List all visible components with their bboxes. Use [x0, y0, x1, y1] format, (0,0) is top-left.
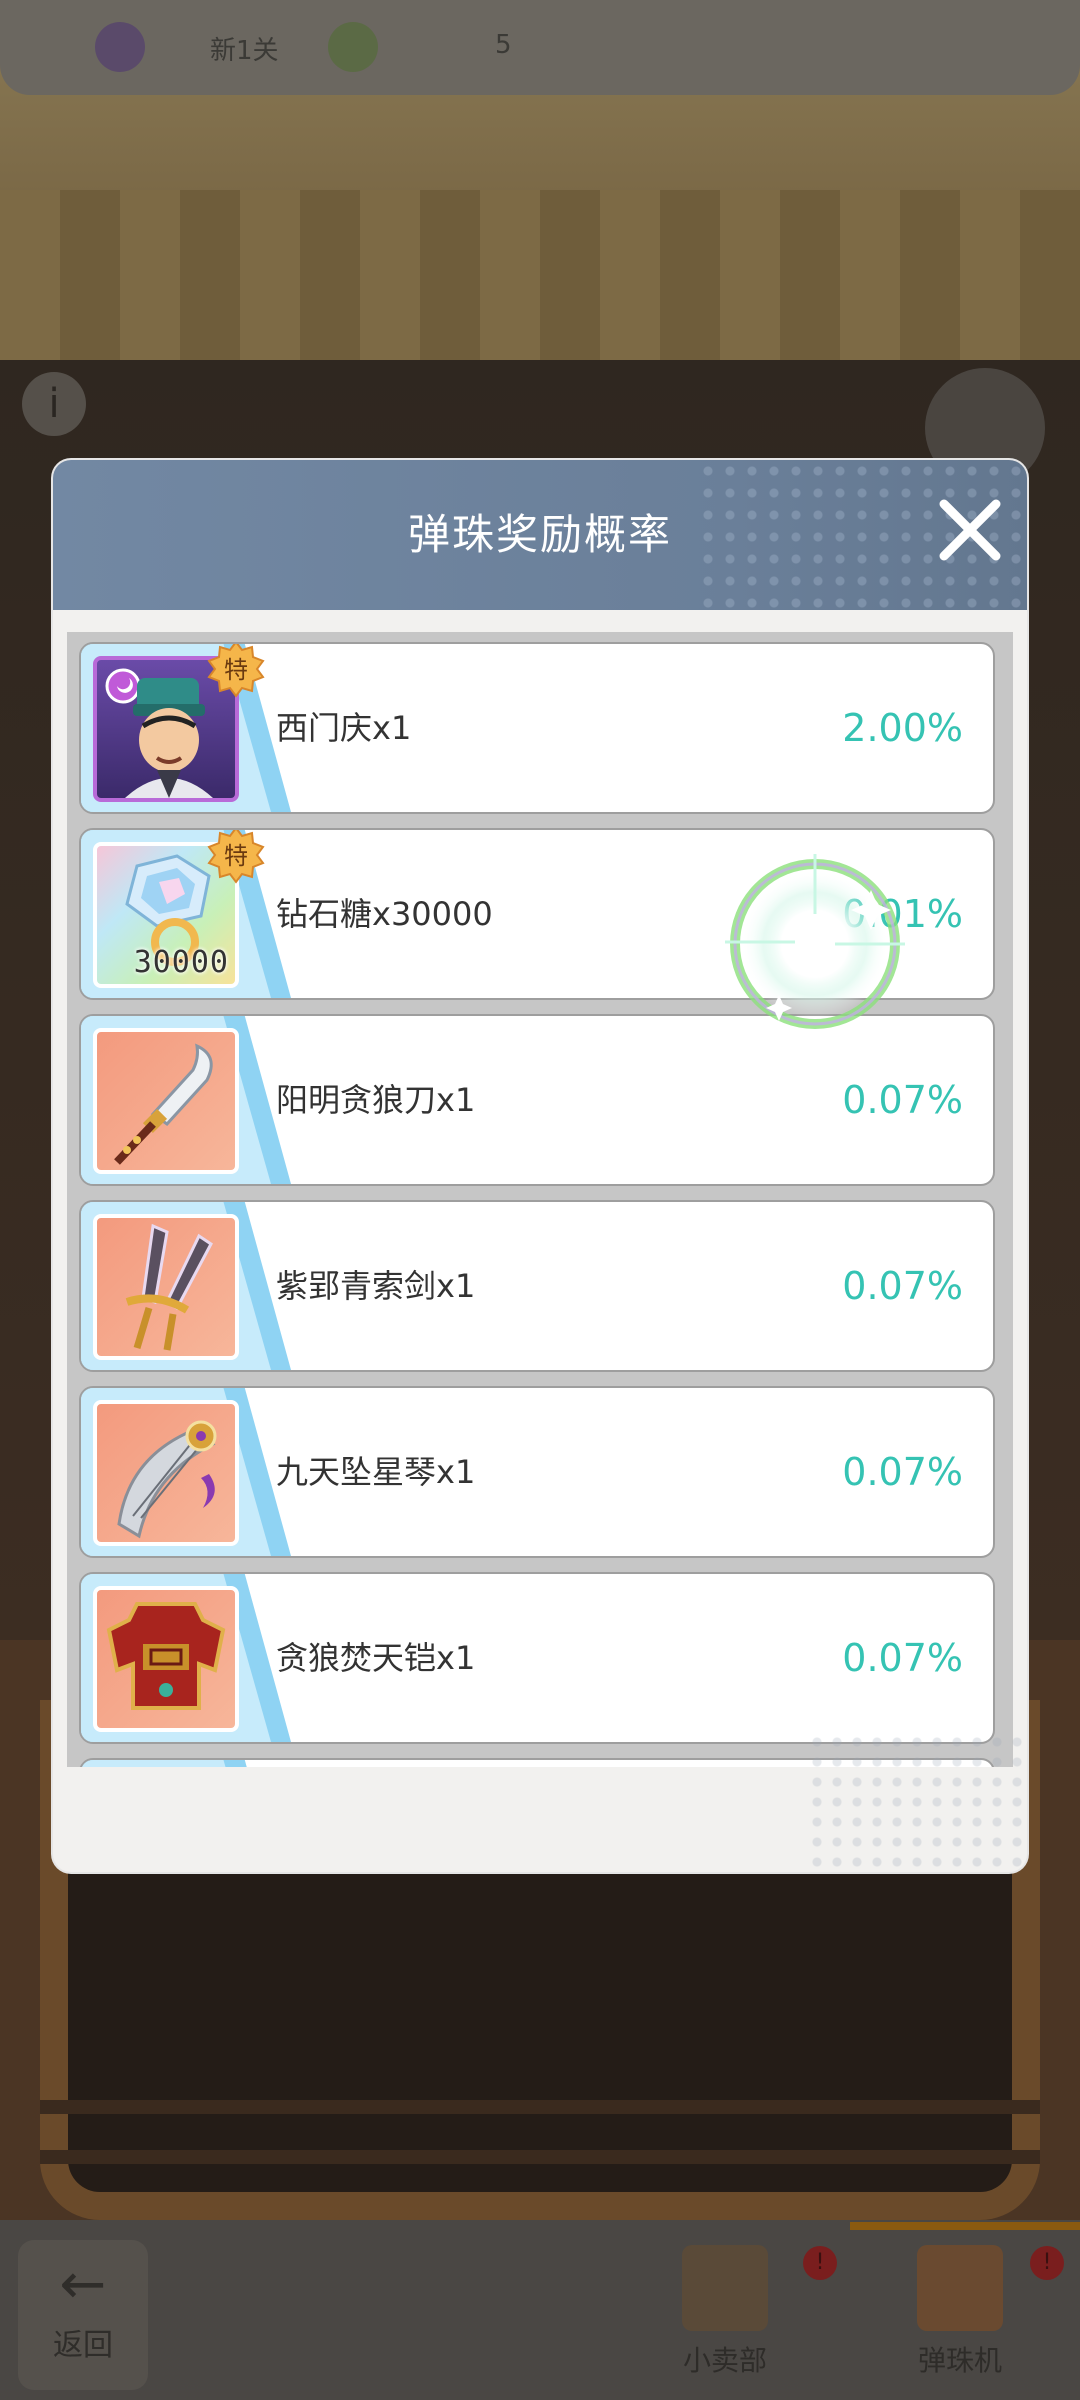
reward-probability-dialog: 弹珠奖励概率 特 西门庆x1 2.00% 30000 特 钻石糖x30000 0… [53, 460, 1027, 1872]
reward-name: 紫郢青索剑x1 [276, 1267, 476, 1305]
dialog-title: 弹珠奖励概率 [407, 510, 672, 559]
reward-row: 九天坠星琴x1 0.07% [79, 1386, 995, 1558]
reward-name: 贪狼焚天铠x1 [276, 1639, 476, 1677]
currency-text: 5 [495, 30, 512, 60]
special-label: 特 [224, 656, 248, 684]
zither-icon [93, 1400, 239, 1546]
background-awning [0, 190, 1080, 360]
reward-row: 贪狼焚天铠x1 0.07% [79, 1572, 995, 1744]
notification-badge: ! [803, 2246, 837, 2280]
pinball-icon [917, 2245, 1003, 2331]
reward-probability: 0.07% [842, 1450, 963, 1494]
back-label: 返回 [53, 2328, 113, 2363]
reward-name: 钻石糖x30000 [276, 895, 493, 933]
machine-plank [40, 2100, 1040, 2114]
level-text: 新1关 [210, 36, 279, 66]
nav-highlight [850, 2222, 1080, 2230]
twin-swords-icon [93, 1214, 239, 1360]
reward-probability: 0.07% [842, 1636, 963, 1680]
reward-probability: 0.07% [842, 1078, 963, 1122]
reward-probability: 0.01% [842, 892, 963, 936]
dialog-header: 弹珠奖励概率 [53, 460, 1027, 610]
special-badge-icon: 特 [207, 644, 265, 698]
nav-pinball[interactable]: 弹珠机 [900, 2245, 1020, 2379]
nav-shop[interactable]: 小卖部 [665, 2245, 785, 2379]
notification-badge: ! [1030, 2246, 1064, 2280]
special-label: 特 [224, 842, 248, 870]
reward-probability: 0.07% [842, 1264, 963, 1308]
reward-row: 紫郢青索剑x1 0.07% [79, 1200, 995, 1372]
close-icon[interactable] [930, 490, 1010, 570]
reward-row: 阳明贪狼刀x1 0.07% [79, 1014, 995, 1186]
item-quantity: 30000 [133, 945, 229, 980]
top-resource-bar: 新1关 5 [0, 0, 1080, 95]
footer-pattern [807, 1732, 1027, 1872]
reward-row: 特 西门庆x1 2.00% [79, 642, 995, 814]
reward-name: 阳明贪狼刀x1 [276, 1081, 476, 1119]
nav-shop-label: 小卖部 [682, 2344, 767, 2377]
reward-list[interactable]: 特 西门庆x1 2.00% 30000 特 钻石糖x30000 0.01% 阳明… [67, 632, 1013, 1767]
shop-icon [682, 2245, 768, 2331]
special-badge-icon: 特 [207, 830, 265, 884]
armor-icon [93, 1586, 239, 1732]
machine-plank [40, 2150, 1040, 2164]
back-button[interactable]: ← 返回 [18, 2240, 148, 2390]
info-icon[interactable]: i [22, 372, 86, 436]
reward-row: 30000 特 钻石糖x30000 0.01% [79, 828, 995, 1000]
reward-name: 西门庆x1 [276, 709, 412, 747]
back-arrow-icon: ← [59, 2252, 107, 2317]
reward-name: 九天坠星琴x1 [276, 1453, 476, 1491]
nav-pinball-label: 弹珠机 [917, 2344, 1002, 2377]
currency-icon [328, 22, 378, 72]
reward-probability: 2.00% [842, 706, 963, 750]
blade-icon [93, 1028, 239, 1174]
level-icon [95, 22, 145, 72]
